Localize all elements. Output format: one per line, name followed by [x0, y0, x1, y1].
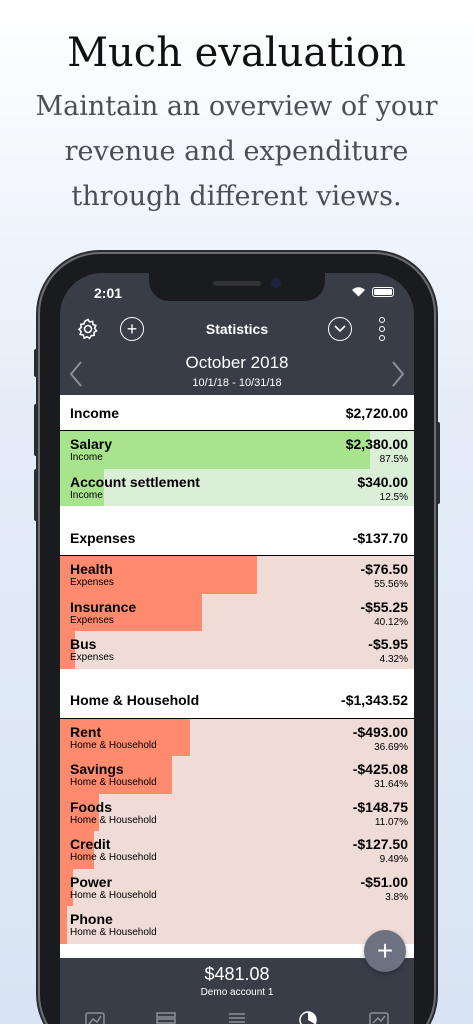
camera: [271, 278, 281, 288]
speaker: [213, 281, 261, 286]
category-row[interactable]: Credit Home & Household -$127.50 9.49%: [60, 831, 414, 869]
category-amount: -$76.50: [360, 561, 408, 577]
phone-frame: 2:01 + Statistics October 2018 10/1/18 -…: [34, 254, 440, 1024]
category-row[interactable]: Phone Home & Household: [60, 906, 414, 944]
group-header[interactable]: Expenses -$137.70: [60, 520, 414, 556]
notch: [149, 273, 325, 301]
group-label: Expenses: [70, 529, 136, 546]
category-amount: -$5.95: [368, 636, 408, 652]
phone-volume-down: [34, 469, 38, 521]
category-percent: 12.5%: [379, 491, 408, 503]
group-total: -$1,343.52: [341, 692, 408, 708]
toolbar-title: Statistics: [205, 321, 269, 337]
promo-title: Much evaluation: [67, 30, 406, 76]
category-percent: 40.12%: [374, 616, 408, 628]
category-percent: 55.56%: [374, 579, 408, 590]
category-group: Income: [70, 489, 103, 501]
category-row[interactable]: Savings Home & Household -$425.08 31.64%: [60, 756, 414, 794]
account-total: $481.08: [204, 964, 270, 984]
battery-icon: [372, 286, 394, 297]
category-row[interactable]: Salary Income $2,380.00 87.5%: [60, 431, 414, 469]
category-percent: 11.07%: [374, 816, 408, 828]
group-label: Income: [70, 404, 120, 421]
category-percent: 3.8%: [385, 891, 408, 903]
tab-transactions[interactable]: Transactions: [202, 1002, 273, 1024]
category-group: Expenses: [70, 577, 114, 588]
category-amount: -$51.00: [360, 873, 408, 890]
category-group: Home & Household: [70, 852, 157, 863]
phone-volume-up: [34, 404, 38, 456]
tab-current[interactable]: Current: [60, 1002, 131, 1024]
category-row[interactable]: Health Expenses -$76.50 55.56%: [60, 556, 414, 594]
category-row[interactable]: Foods Home & Household -$148.75 11.07%: [60, 793, 414, 831]
category-name: Bus: [70, 636, 97, 652]
category-amount: -$127.50: [352, 836, 408, 852]
category-amount: -$148.75: [352, 798, 408, 815]
category-row[interactable]: Rent Home & Household -$493.00 36.69%: [60, 718, 414, 756]
group-label: Home & Household: [70, 692, 200, 708]
toolbar: + Statistics: [60, 315, 414, 351]
category-group: Expenses: [70, 614, 114, 626]
period-month: October 2018: [185, 353, 289, 372]
goals-icon: [368, 1012, 389, 1024]
statistics-icon: [299, 1011, 317, 1024]
period-range: 10/1/18 - 10/31/18: [192, 377, 282, 389]
add-transaction-button[interactable]: +: [364, 930, 406, 972]
tab-overview[interactable]: Overview: [131, 1002, 202, 1024]
phone-power-button: [436, 422, 440, 504]
category-amount: -$493.00: [352, 723, 408, 740]
category-percent: 9.49%: [379, 854, 408, 865]
more-vertical-icon[interactable]: [370, 317, 394, 341]
category-amount: $2,380.00: [345, 436, 408, 452]
category-group: Expenses: [70, 652, 114, 663]
category-name: Insurance: [70, 598, 137, 615]
group-header[interactable]: Income $2,720.00: [60, 395, 414, 431]
wifi-icon: [352, 287, 365, 297]
category-amount: -$425.08: [352, 761, 408, 777]
category-name: Power: [70, 873, 113, 890]
category-amount: $340.00: [357, 473, 408, 490]
category-group: Home & Household: [70, 814, 157, 826]
status-icons: [351, 286, 394, 297]
category-name: Phone: [70, 911, 113, 927]
category-amount: -$55.25: [360, 598, 408, 615]
category-percent: 36.69%: [374, 741, 408, 753]
category-percent: 31.64%: [374, 779, 408, 790]
group-header[interactable]: Home & Household -$1,343.52: [60, 683, 414, 719]
current-icon: [85, 1012, 106, 1024]
account-summary: $481.08 Demo account 1: [60, 958, 414, 1002]
status-time: 2:01: [94, 285, 123, 301]
group-spacer: [60, 668, 414, 683]
category-group: Home & Household: [70, 889, 157, 901]
category-row[interactable]: Bus Expenses -$5.95 4.32%: [60, 631, 414, 669]
transactions-icon: [228, 1013, 245, 1023]
overview-icon: [156, 1012, 176, 1024]
category-name: Health: [70, 561, 113, 577]
app-screen: 2:01 + Statistics October 2018 10/1/18 -…: [60, 273, 414, 1024]
chevron-down-circle-icon[interactable]: [328, 317, 352, 341]
category-group: Home & Household: [70, 927, 157, 938]
tab-bar: CurrentOverviewTransactionsStatisticsGoa…: [60, 1002, 414, 1024]
period-selector: October 2018 10/1/18 - 10/31/18: [60, 353, 414, 399]
phone-mute-switch: [34, 349, 38, 377]
chevron-right-icon[interactable]: [390, 359, 406, 389]
group-total: -$137.70: [352, 529, 408, 546]
promo-subtitle: Maintain an overview of your revenue and…: [35, 91, 438, 212]
category-row[interactable]: Account settlement Income $340.00 12.5%: [60, 468, 414, 506]
category-percent: 4.32%: [379, 654, 408, 665]
category-row[interactable]: Insurance Expenses -$55.25 40.12%: [60, 593, 414, 631]
category-group: Income: [70, 452, 103, 463]
category-percent: 87.5%: [379, 454, 408, 465]
tab-goals[interactable]: Goals: [343, 1002, 414, 1024]
category-group: Home & Household: [70, 777, 157, 788]
group-total: $2,720.00: [345, 404, 408, 421]
statistics-list[interactable]: Income $2,720.00 Salary Income $2,380.00 87.5…: [60, 395, 414, 958]
group-spacer: [60, 506, 414, 520]
tab-statistics[interactable]: Statistics: [272, 1002, 343, 1024]
category-group: Home & Household: [70, 739, 157, 751]
account-name: Demo account 1: [200, 987, 274, 998]
category-row[interactable]: Power Home & Household -$51.00 3.8%: [60, 868, 414, 906]
